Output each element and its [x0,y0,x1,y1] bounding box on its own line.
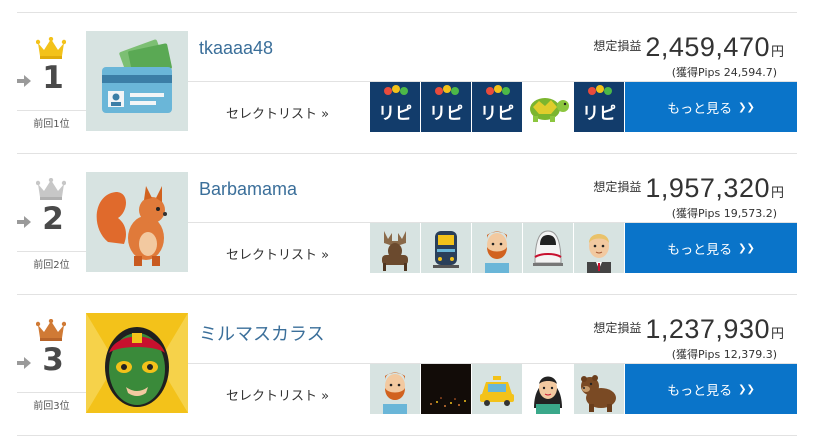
profit-value: 2,459,470 [645,32,770,62]
username-link[interactable]: ミルマスカラス [199,320,325,346]
previous-rank-label: 前回3位 [17,392,86,412]
see-more-label: もっと見る [667,383,733,399]
strategy-thumbnail[interactable]: リピ [472,82,522,132]
username-link[interactable]: Barbamama [199,179,297,200]
avatar[interactable] [86,31,188,131]
strategy-thumbnail[interactable] [472,364,522,414]
strategy-thumbnails [370,364,625,414]
rank-number: 1 [42,60,64,96]
id-card-money-icon [86,31,188,131]
select-list-link[interactable]: セレクトリスト » [226,103,329,122]
profit-block: 想定損益 2,459,470円 [593,32,784,63]
red-bearded-man-icon [370,364,420,414]
strategy-thumbnail[interactable] [472,223,522,273]
avatar[interactable] [86,313,188,413]
bullet-train-icon [523,223,573,273]
rank-column: 1 前回1位 [17,12,86,132]
see-more-button[interactable]: もっと見る ❯❯ [625,364,797,414]
see-more-label: もっと見る [667,242,733,258]
taxi-icon [472,364,522,414]
ripi-logo-icon: リピ [472,82,522,132]
strategy-thumbnail[interactable] [421,223,471,273]
profit-label: 想定損益 [593,39,642,53]
see-more-button[interactable]: もっと見る ❯❯ [625,82,797,132]
see-more-button[interactable]: もっと見る ❯❯ [625,223,797,273]
squirrel-icon [86,172,188,272]
pips-value: (獲得Pips 24,594.7) [671,66,777,79]
avatar[interactable] [86,172,188,272]
strategy-thumbnail[interactable] [574,223,624,273]
strategy-thumbnail[interactable] [523,82,573,132]
chevron-down-icon: ❯❯ [738,101,755,113]
pips-value: (獲得Pips 12,379.3) [671,348,777,361]
rank-column: 2 前回2位 [17,153,86,273]
strategy-thumbnail[interactable]: リピ [370,82,420,132]
profit-value: 1,237,930 [645,314,770,344]
black-haired-woman-icon [523,364,573,414]
train-icon [421,223,471,273]
previous-rank-label: 前回1位 [17,110,86,130]
strategy-thumbnails [370,223,625,273]
ranking-row-2: 2 前回2位 Barbamama 想定損益 1,957,320円 (獲得Pips … [17,153,797,294]
turtle-icon [523,82,573,132]
ripi-logo-icon: リピ [421,82,471,132]
ripi-logo-icon: リピ [370,82,420,132]
gold-crown-icon [36,37,66,59]
ranking-row-3: 3 前回3位 ミルマスカラス 想定損益 1,237,930円 (獲得Pips 12… [17,294,797,435]
red-bearded-man-icon [472,223,522,273]
rank-column: 3 前回3位 [17,294,86,414]
dark-city-photo-icon [421,364,471,414]
profit-label: 想定損益 [593,180,642,194]
bronze-crown-icon [36,319,66,341]
moose-icon [370,223,420,273]
ranking-row-1: 1 前回1位 tkaaaa48 想定損益 2,459,470円 (獲得Pips 2… [17,12,797,153]
strategy-thumbnail[interactable] [370,223,420,273]
strategy-thumbnail[interactable] [523,364,573,414]
svg-text:リピ: リピ [480,104,514,124]
strategy-thumbnails: リピ リピ リピ リピ [370,82,625,132]
chevron-down-icon: ❯❯ [738,383,755,395]
strategy-thumbnail[interactable] [523,223,573,273]
profit-unit: 円 [770,186,784,201]
silver-crown-icon [36,178,66,200]
ripi-logo-icon: リピ [574,82,624,132]
profit-unit: 円 [770,327,784,342]
select-list-link[interactable]: セレクトリスト » [226,244,329,263]
profit-block: 想定損益 1,957,320円 [593,173,784,204]
rank-number: 2 [42,201,64,237]
pips-value: (獲得Pips 19,573.2) [671,207,777,220]
see-more-label: もっと見る [667,101,733,117]
chevron-down-icon: ❯❯ [738,242,755,254]
strategy-thumbnail[interactable]: リピ [574,82,624,132]
rank-number: 3 [42,342,64,378]
bear-icon [574,364,624,414]
profit-value: 1,957,320 [645,173,770,203]
luchador-mask-icon [86,313,188,413]
svg-text:リピ: リピ [378,104,412,124]
arrow-right-icon [17,75,31,87]
previous-rank-label: 前回2位 [17,251,86,271]
strategy-thumbnail[interactable]: リピ [421,82,471,132]
profit-unit: 円 [770,45,784,60]
strategy-thumbnail[interactable] [370,364,420,414]
strategy-thumbnail[interactable] [421,364,471,414]
divider [17,435,797,436]
strategy-thumbnail[interactable] [574,364,624,414]
arrow-right-icon [17,357,31,369]
select-list-link[interactable]: セレクトリスト » [226,385,329,404]
svg-text:リピ: リピ [582,104,616,124]
profit-label: 想定損益 [593,321,642,335]
profit-block: 想定損益 1,237,930円 [593,314,784,345]
blond-man-icon [574,223,624,273]
svg-text:リピ: リピ [429,104,463,124]
arrow-right-icon [17,216,31,228]
username-link[interactable]: tkaaaa48 [199,38,273,59]
